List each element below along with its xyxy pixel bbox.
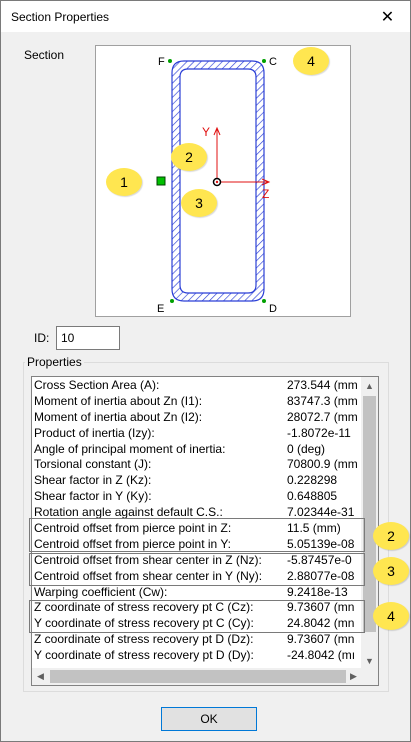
property-row: Z coordinate of stress recovery pt C (Cz… <box>32 599 362 615</box>
property-value: -5.87457e-0 <box>287 552 352 567</box>
property-row: Centroid offset from shear center in Z (… <box>32 552 362 568</box>
property-value: 7.02344e-31 <box>287 505 355 520</box>
property-row: Centroid offset from shear center in Y (… <box>32 568 362 584</box>
point-c-marker <box>262 59 266 63</box>
horizontal-scroll-thumb[interactable] <box>50 670 346 683</box>
scroll-up-icon[interactable]: ▲ <box>361 377 378 394</box>
property-label: Moment of inertia about Zn (I1): <box>34 393 203 408</box>
property-label: Shear factor in Y (Ky): <box>34 489 152 504</box>
point-c-label: C <box>269 56 277 68</box>
property-value: -1.8072e-11 <box>287 425 351 440</box>
pierce-point-marker <box>156 176 166 186</box>
id-input[interactable] <box>56 326 120 350</box>
property-label: Shear factor in Z (Kz): <box>34 473 152 488</box>
property-value: 9.2418e-13 <box>287 584 348 599</box>
point-d-label: D <box>269 303 277 315</box>
vertical-scrollbar[interactable]: ▲ ▼ <box>361 377 378 669</box>
property-value: 9.73607 (mn <box>287 600 355 615</box>
property-label: Cross Section Area (A): <box>34 378 160 392</box>
vertical-scroll-thumb[interactable] <box>363 396 376 632</box>
callout-badge: 1 <box>106 168 142 196</box>
properties-label: Properties <box>25 355 84 369</box>
section-properties-dialog: Section Properties ✕ Section Y Z F C E D… <box>0 0 411 742</box>
z-axis-label: Z <box>262 187 269 201</box>
property-label: Z coordinate of stress recovery pt C (Cz… <box>34 600 254 615</box>
property-row: Rotation angle against default C.S.: 7.02… <box>32 504 362 520</box>
property-label: Z coordinate of stress recovery pt D (Dz… <box>34 632 254 647</box>
property-value: 24.8042 (mn <box>287 616 355 631</box>
property-label: Product of inertia (Izy): <box>34 425 155 440</box>
callout-badge: 3 <box>373 557 409 585</box>
property-value: -24.8042 (mı <box>287 648 356 663</box>
y-axis-label: Y <box>202 125 210 139</box>
properties-list[interactable]: Cross Section Area (A): 273.544 (mm Moment… <box>31 376 379 686</box>
callout-badge: 4 <box>373 602 409 630</box>
property-value: 9.73607 (mn <box>287 632 355 647</box>
property-row: Cross Section Area (A): 273.544 (mm <box>32 377 362 393</box>
id-label: ID: <box>34 331 50 345</box>
section-label: Section <box>24 48 65 62</box>
property-label: Centroid offset from shear center in Z (… <box>34 552 262 567</box>
property-value: 11.5 (mm) <box>287 521 341 536</box>
property-row: Torsional constant (J): 70800.9 (mm <box>32 456 362 472</box>
callout-badge: 4 <box>293 47 329 75</box>
property-label: Angle of principal moment of inertia: <box>34 441 226 456</box>
scrollbar-corner <box>361 668 378 685</box>
property-row: Z coordinate of stress recovery pt D (Dz… <box>32 631 362 647</box>
property-row: Angle of principal moment of inertia: 0 (… <box>32 441 362 457</box>
property-value: 0 (deg) <box>287 441 326 456</box>
property-label: Y coordinate of stress recovery pt D (Dy… <box>34 648 254 663</box>
point-e-label: E <box>157 303 164 315</box>
property-row: Centroid offset from pierce point in Z: 1… <box>32 520 362 536</box>
property-label: Centroid offset from pierce point in Z: <box>34 521 232 536</box>
property-label: Centroid offset from shear center in Y (… <box>34 568 263 583</box>
scroll-down-icon[interactable]: ▼ <box>361 652 378 669</box>
horizontal-scrollbar[interactable]: ◀ ▶ <box>32 668 362 685</box>
property-value: 273.544 (mm <box>287 378 358 392</box>
properties-rows: Cross Section Area (A): 273.544 (mm Moment… <box>32 377 362 665</box>
property-row: Centroid offset from pierce point in Y: 5… <box>32 536 362 552</box>
property-row: Moment of inertia about Zn (I2): 28072.7 … <box>32 409 362 425</box>
close-button[interactable]: ✕ <box>365 1 410 32</box>
property-label: Centroid offset from pierce point in Y: <box>34 536 231 551</box>
ok-button[interactable]: OK <box>161 707 257 731</box>
property-label: Torsional constant (J): <box>34 457 152 472</box>
property-row: Y coordinate of stress recovery pt D (Dy… <box>32 647 362 663</box>
property-value: 0.648805 <box>287 489 338 504</box>
point-d-marker <box>262 299 266 303</box>
callout-badge: 3 <box>181 189 217 217</box>
callout-badge: 2 <box>373 522 409 550</box>
property-row: Shear factor in Y (Ky): 0.648805 <box>32 488 362 504</box>
property-row: Shear factor in Z (Kz): 0.228298 <box>32 472 362 488</box>
property-value: 83747.3 (mm <box>287 393 358 408</box>
window-title: Section Properties <box>11 10 110 24</box>
property-row: Moment of inertia about Zn (I1): 83747.3 … <box>32 393 362 409</box>
property-value: 28072.7 (mm <box>287 409 358 424</box>
point-e-marker <box>170 299 174 303</box>
property-value: 2.88077e-08 <box>287 568 355 583</box>
property-row: Product of inertia (Izy): -1.8072e-11 <box>32 425 362 441</box>
point-f-marker <box>168 59 172 63</box>
callout-badge: 2 <box>171 143 207 171</box>
property-row: Y coordinate of stress recovery pt C (Cy… <box>32 615 362 631</box>
property-label: Y coordinate of stress recovery pt C (Cy… <box>34 616 254 631</box>
property-label: Moment of inertia about Zn (I2): <box>34 409 203 424</box>
property-value: 5.05139e-08 <box>287 536 355 551</box>
scroll-right-icon[interactable]: ▶ <box>345 668 362 685</box>
point-f-label: F <box>158 56 165 68</box>
property-label: Rotation angle against default C.S.: <box>34 505 223 520</box>
scroll-left-icon[interactable]: ◀ <box>32 668 49 685</box>
title-bar: Section Properties ✕ <box>1 1 410 32</box>
property-row: Warping coefficient (Cw): 9.2418e-13 <box>32 584 362 600</box>
property-label: Warping coefficient (Cw): <box>34 584 168 599</box>
property-value: 0.228298 <box>287 473 338 488</box>
property-value: 70800.9 (mm <box>287 457 358 472</box>
